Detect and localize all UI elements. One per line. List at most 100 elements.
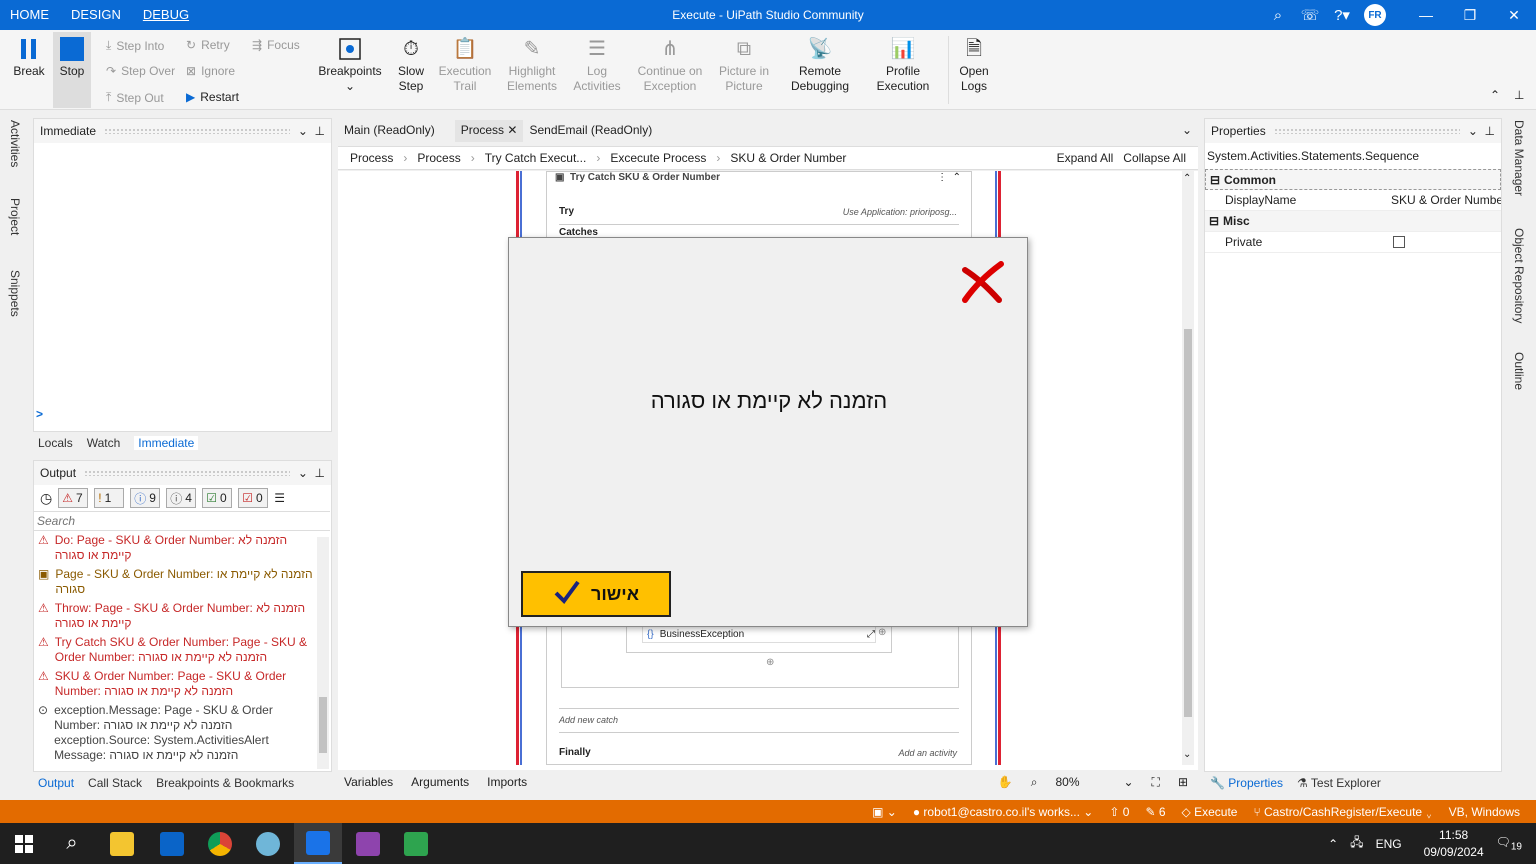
project-status[interactable]: ◇ Execute [1182,805,1238,819]
property-value[interactable]: SKU & Order Number [1391,193,1501,207]
highlight-elements-button[interactable]: ✎ Highlight Elements [502,34,562,94]
breadcrumb-item[interactable]: Try Catch Execut... [485,151,587,165]
upload-status[interactable]: ⇧ 0 [1109,805,1129,819]
tab-process[interactable]: Process ✕ [454,120,524,142]
restore-button[interactable]: ❐ [1448,0,1492,30]
imports-tab[interactable]: Imports [487,775,527,789]
ignore-button[interactable]: ⊠ Ignore [186,64,235,78]
search-icon[interactable]: ⌕ [48,823,96,864]
collapse-icon[interactable]: ⋮ ⌃ [937,172,961,183]
tab-call-stack[interactable]: Call Stack [88,776,142,790]
expand-icon[interactable]: ⤢ [867,629,875,640]
breadcrumb-item[interactable]: Excecute Process [610,151,706,165]
network-icon[interactable]: 🖧 [1350,833,1363,854]
add-new-catch-link[interactable]: Add new catch [559,715,618,725]
pin-icon[interactable]: ⊥ [315,124,325,138]
tab-output[interactable]: Output [38,776,74,790]
step-into-button[interactable]: ⤓ Step Into [106,38,164,53]
outline-tab[interactable]: Outline [1512,352,1526,390]
pin-icon[interactable]: ⊥ [315,466,325,480]
close-icon[interactable]: ✕ [507,123,517,137]
chevron-up-icon[interactable]: ⌃ [1183,173,1191,184]
chevron-down-icon[interactable]: ⌄ [1123,775,1133,789]
section-misc[interactable]: ⊟ Misc [1205,211,1501,232]
chevron-down-icon[interactable]: ⌄ [298,124,308,138]
uipath-studio-icon[interactable] [294,823,342,864]
language-indicator[interactable]: ENG [1376,837,1402,851]
output-scrollbar[interactable] [317,537,329,769]
minimize-button[interactable]: — [1404,0,1448,30]
chrome-icon[interactable] [196,823,244,864]
restart-button[interactable]: ▶ Restart [186,90,239,104]
clock[interactable]: 11:58 09/09/2024 [1424,827,1484,861]
tab-test-explorer[interactable]: ⚗ Test Explorer [1297,776,1381,790]
tab-main[interactable]: Main (ReadOnly) [338,120,441,142]
filter-trace[interactable]: ⓘ 4 [166,488,197,508]
fit-screen-icon[interactable]: ⛶ [1152,775,1160,790]
zoom-select[interactable]: 80% [1055,775,1105,789]
remote-app-icon[interactable] [244,823,292,864]
filter-info[interactable]: ⓘ 9 [130,488,161,508]
tab-properties[interactable]: 🔧 Properties [1210,776,1283,790]
outlook-icon[interactable] [148,823,196,864]
list-item[interactable]: ⚠ SKU & Order Number: Page - SKU & Order … [34,667,318,701]
windows-start-icon[interactable] [0,823,48,864]
tab-immediate[interactable]: Immediate [134,436,199,450]
break-button[interactable]: Break [10,34,48,79]
private-checkbox[interactable] [1393,236,1405,248]
continue-on-exception-button[interactable]: ⋔ Continue on Exception [634,34,706,94]
pin-icon[interactable]: ⊥ [1514,88,1524,102]
uipath-robot-icon[interactable] [392,823,440,864]
step-out-button[interactable]: ⤒ Step Out [106,90,164,105]
filter-success[interactable]: ☑ 0 [202,488,233,508]
exception-activity[interactable]: {} BusinessException ⤢ [642,625,876,643]
activities-tab[interactable]: Activities [8,120,22,167]
picture-in-picture-button[interactable]: ⧉ Picture in Picture [714,34,774,94]
variables-tab[interactable]: Variables [344,775,393,789]
filter-warnings[interactable]: ! 1 [94,488,125,508]
object-repository-tab[interactable]: Object Repository [1512,228,1526,323]
list-item[interactable]: ⚠ Try Catch SKU & Order Number: Page - SK… [34,633,318,667]
chevron-up-icon[interactable]: ⌃ [1328,837,1338,851]
clock-icon[interactable]: ◷ [40,490,52,507]
hand-icon[interactable]: ✋ [998,775,1013,789]
output-search-input[interactable] [34,511,330,531]
tab-locals[interactable]: Locals [38,436,73,450]
slow-step-button[interactable]: ⏱ Slow Step [392,34,430,94]
collapse-all-button[interactable]: Collapse All [1123,151,1186,165]
step-over-button[interactable]: ↷ Step Over [106,64,175,78]
add-icon[interactable]: ⊕ [878,627,886,638]
breadcrumb-item[interactable]: Process [350,151,393,165]
breadcrumb-item[interactable]: Process [417,151,460,165]
focus-button[interactable]: ⇶ Focus [252,38,300,52]
tab-watch[interactable]: Watch [87,436,121,450]
tab-breakpoints[interactable]: Breakpoints & Bookmarks [156,776,294,790]
overview-icon[interactable]: ⊞ [1178,775,1188,789]
list-item[interactable]: ⊙ exception.Message: Page - SKU & Order N… [34,701,318,763]
zoom-icon[interactable]: ⌕ [1031,775,1038,790]
collapse-icon[interactable]: ⊟ [1206,173,1224,187]
close-button[interactable]: ✕ [1492,0,1536,30]
notification-icon[interactable]: 🗨19 [1496,835,1522,852]
execution-trail-button[interactable]: 📋 Execution Trail [436,34,494,94]
filter-errors[interactable]: ⚠ 7 [58,488,89,508]
chevron-down-icon[interactable]: ⌄ [298,466,308,480]
add-activity-link[interactable]: Add an activity [898,748,957,758]
list-item[interactable]: ⚠ Throw: Page - SKU & Order Number: הזמנה… [34,599,318,633]
pin-icon[interactable]: ⊥ [1485,124,1495,138]
branch-status[interactable]: ⑂ Castro/CashRegister/Execute ⌄ [1253,805,1432,819]
canvas-scrollbar[interactable]: ⌃ ⌄ [1182,171,1194,765]
immediate-prompt[interactable]: > [36,407,43,421]
ok-button[interactable]: אישור [521,571,671,617]
file-explorer-icon[interactable] [98,823,146,864]
search-icon[interactable]: ⌕ [1262,0,1294,30]
retry-button[interactable]: ↻ Retry [186,38,230,52]
edits-status[interactable]: ✎ 6 [1145,805,1165,819]
avatar[interactable]: FR [1364,4,1386,26]
uipath-assistant-icon[interactable] [344,823,392,864]
open-logs-button[interactable]: 🗎 Open Logs [954,34,994,94]
breadcrumb-item[interactable]: SKU & Order Number [730,151,846,165]
collapse-ribbon-icon[interactable]: ⌃ [1490,88,1500,102]
project-tab[interactable]: Project [8,198,22,235]
arguments-tab[interactable]: Arguments [411,775,469,789]
